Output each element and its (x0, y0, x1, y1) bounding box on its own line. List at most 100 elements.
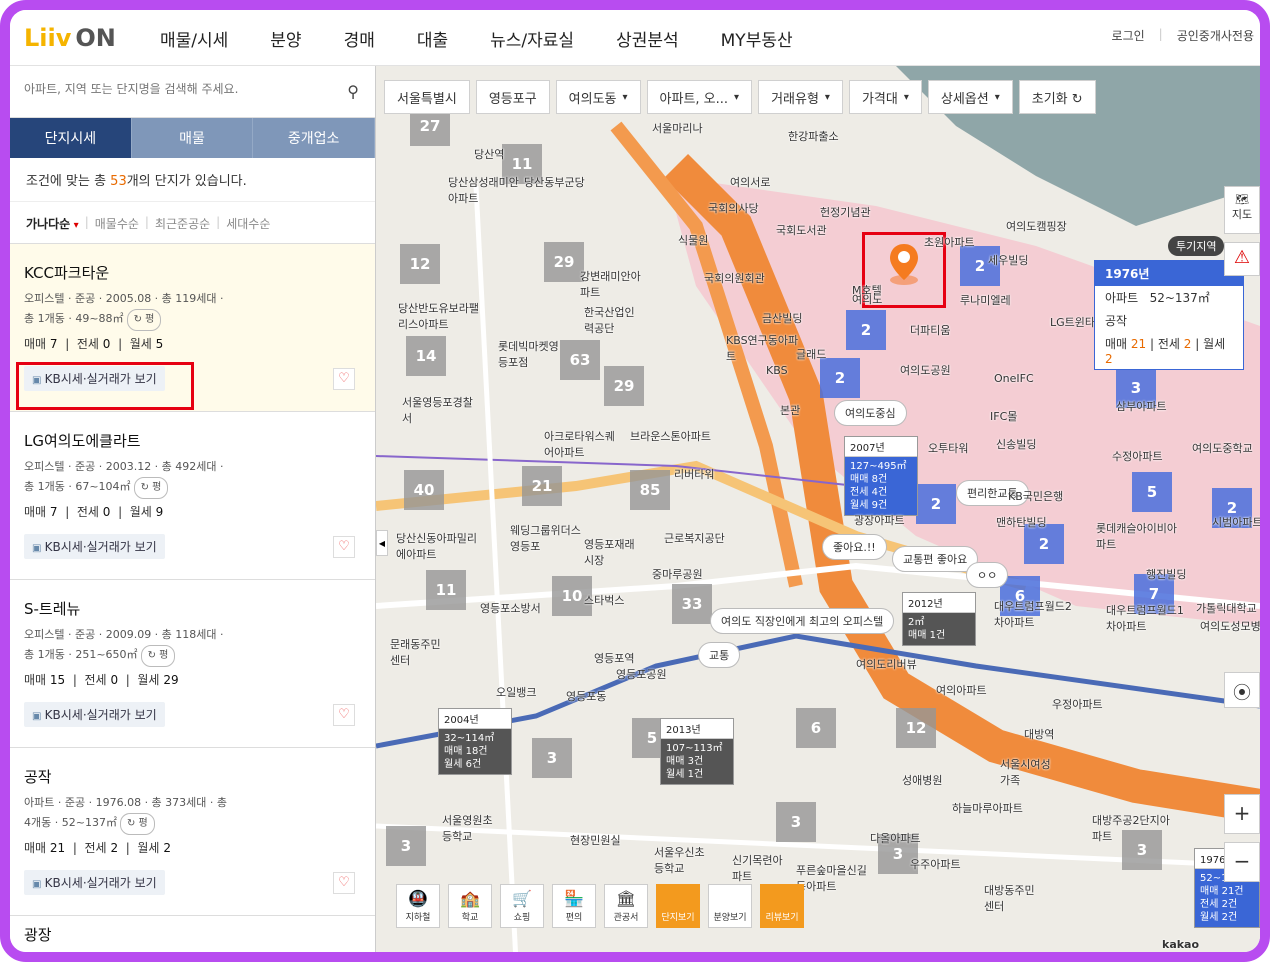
gray-cluster[interactable]: 33 (672, 584, 712, 624)
gray-cluster[interactable]: 14 (406, 336, 446, 376)
nav-item-news[interactable]: 뉴스/자료실 (490, 26, 574, 51)
zoom-in-button[interactable]: + (1224, 794, 1260, 834)
nav-item-loan[interactable]: 대출 (417, 26, 448, 51)
school-button[interactable]: 🏫 학교 (448, 884, 492, 928)
kb-price-button[interactable]: KB시세·실거래가 보기 (24, 534, 165, 559)
review-bubble[interactable]: 여의도중심 (834, 400, 907, 426)
review-bubble[interactable]: 여의도 직장인에게 최고의 오피스텔 (710, 608, 895, 634)
streetview-icon[interactable]: ⦿ (1224, 672, 1260, 708)
gray-cluster[interactable]: 21 (522, 466, 562, 506)
zoom-out-button[interactable]: − (1224, 842, 1260, 882)
government-button[interactable]: 🏛 관공서 (604, 884, 648, 928)
kb-price-button[interactable]: KB시세·실거래가 보기 (24, 702, 165, 727)
sort-recent[interactable]: 최근준공순 (155, 215, 210, 231)
complex-name[interactable]: LG여의도에클라트 (24, 430, 361, 451)
convenience-button[interactable]: 🏪 편의 (552, 884, 596, 928)
review-bubble[interactable]: 교통편 좋아요 (892, 546, 979, 572)
sort-listings[interactable]: 매물수순 (95, 215, 139, 231)
filter-trade-type[interactable]: 거래유형 (758, 80, 843, 114)
review-view-button[interactable]: 리뷰보기 (760, 884, 804, 928)
complex-infobox[interactable]: 1976년 아파트 52~137㎡ 공작 매매 21 | 전세 2 | 월세 2 (1094, 260, 1244, 370)
price-card[interactable]: 2007년 127~495㎡ 매매 8건 전세 4건 월세 9건 (844, 436, 918, 516)
complex-name[interactable]: 공작 (24, 766, 361, 787)
map-type-button[interactable]: 🗺 지도 (1224, 186, 1260, 234)
filter-dong[interactable]: 여의도동 (555, 80, 641, 114)
review-bubble[interactable]: 좋아요.!! (822, 534, 887, 560)
presale-view-button[interactable]: 분양보기 (708, 884, 752, 928)
unit-toggle[interactable]: ↻ 평 (126, 309, 162, 331)
price-card[interactable]: 2004년 32~114㎡ 매매 18건 월세 6건 (438, 708, 512, 775)
filter-property-type[interactable]: 아파트, 오... (646, 80, 753, 114)
blue-cluster[interactable]: 5 (1132, 472, 1172, 512)
price-card[interactable]: 2012년 2㎡ 매매 1건 (902, 592, 976, 646)
sort-households[interactable]: 세대수순 (226, 215, 270, 231)
review-bubble[interactable]: 교통 (698, 642, 741, 668)
heart-icon[interactable]: ♡ (333, 536, 355, 558)
shopping-button[interactable]: 🛒 쇼핑 (500, 884, 544, 928)
liivon-logo[interactable]: Liiv ON (24, 16, 116, 52)
map-label: 글래드 (796, 348, 827, 361)
gray-cluster[interactable]: 6 (796, 708, 836, 748)
complex-name[interactable]: S-트레뉴 (24, 598, 361, 619)
gray-cluster[interactable]: 85 (630, 470, 670, 510)
sidebar: ⚲ 단지시세 매물 중개업소 조건에 맞는 총 53개의 단지가 있습니다. 가… (10, 66, 376, 952)
speculation-zone-badge[interactable]: 투기지역 (1168, 236, 1225, 256)
list-item[interactable]: LG여의도에클라트 오피스텔 · 준공 · 2003.12 · 총 492세대 … (10, 412, 375, 580)
blue-cluster[interactable]: 2 (820, 358, 860, 398)
list-item[interactable]: 공작 아파트 · 준공 · 1976.08 · 총 373세대 · 총 4개동 … (10, 748, 375, 916)
search-icon[interactable]: ⚲ (347, 82, 359, 101)
review-bubble[interactable]: ㅇㅇ (966, 562, 1009, 588)
unit-toggle[interactable]: ↻ 평 (133, 477, 169, 499)
gray-cluster[interactable]: 12 (400, 244, 440, 284)
kb-price-button[interactable]: KB시세·실거래가 보기 (24, 870, 165, 895)
nav-item-my[interactable]: MY부동산 (721, 26, 793, 51)
unit-toggle[interactable]: ↻ 평 (140, 645, 176, 667)
heart-icon[interactable]: ♡ (333, 368, 355, 390)
blue-cluster[interactable]: 2 (916, 484, 956, 524)
subway-button[interactable]: 🚇 지하철 (396, 884, 440, 928)
blue-cluster[interactable]: 2 (846, 310, 886, 350)
heart-icon[interactable]: ♡ (333, 872, 355, 894)
gray-cluster[interactable]: 29 (604, 366, 644, 406)
tab-listings[interactable]: 매물 (131, 118, 254, 158)
map-label: 하늘마루아파트 (952, 802, 1023, 815)
map-label: 광장아파트 (854, 514, 905, 527)
map-label: 당산역 (474, 148, 505, 161)
gray-cluster[interactable]: 12 (896, 708, 936, 748)
nav-item-listings[interactable]: 매물/시세 (160, 26, 228, 51)
price-card[interactable]: 2013년 107~113㎡ 매매 3건 월세 1건 (660, 718, 734, 785)
gray-cluster[interactable]: 11 (426, 570, 466, 610)
gray-cluster[interactable]: 29 (544, 242, 584, 282)
alert-icon[interactable]: ⚠ (1224, 242, 1260, 276)
gray-cluster[interactable]: 3 (776, 802, 816, 842)
tab-brokers[interactable]: 중개업소 (253, 118, 376, 158)
reset-button[interactable]: 초기화 ↻ (1018, 80, 1096, 114)
location-pin-icon[interactable] (882, 242, 926, 286)
tab-complex-price[interactable]: 단지시세 (10, 118, 132, 158)
gray-cluster[interactable]: 3 (532, 738, 572, 778)
search-input[interactable] (24, 82, 324, 96)
blue-cluster[interactable]: 2 (1024, 524, 1064, 564)
nav-item-presale[interactable]: 분양 (270, 26, 301, 51)
heart-icon[interactable]: ♡ (333, 704, 355, 726)
filter-price[interactable]: 가격대 (848, 80, 922, 114)
nav-item-auction[interactable]: 경매 (344, 26, 375, 51)
list-item[interactable]: S-트레뉴 오피스텔 · 준공 · 2009.09 · 총 118세대 · 총 … (10, 580, 375, 748)
filter-detail[interactable]: 상세옵션 (927, 80, 1013, 114)
gray-cluster[interactable]: 3 (386, 826, 426, 866)
unit-toggle[interactable]: ↻ 평 (119, 813, 155, 835)
filter-city[interactable]: 서울특별시 (384, 80, 470, 114)
gray-cluster[interactable]: 40 (404, 470, 444, 510)
map-area[interactable]: 서울특별시 영등포구 여의도동 아파트, 오... 거래유형 가격대 상세옵션 … (376, 66, 1260, 952)
divider: | (84, 215, 89, 229)
broker-link[interactable]: 공인중개사전용 (1177, 27, 1254, 44)
complex-name[interactable]: 광장 (24, 924, 361, 945)
login-link[interactable]: 로그인 (1112, 27, 1145, 44)
filter-district[interactable]: 영등포구 (475, 80, 550, 114)
complex-name[interactable]: KCC파크타운 (24, 262, 361, 283)
list-item[interactable]: 광장 (10, 916, 375, 952)
sort-alpha[interactable]: 가나다순 (26, 215, 79, 231)
nav-item-commercial[interactable]: 상권분석 (616, 26, 679, 51)
collapse-sidebar-icon[interactable]: ◀ (376, 530, 388, 556)
complex-view-button[interactable]: 단지보기 (656, 884, 700, 928)
